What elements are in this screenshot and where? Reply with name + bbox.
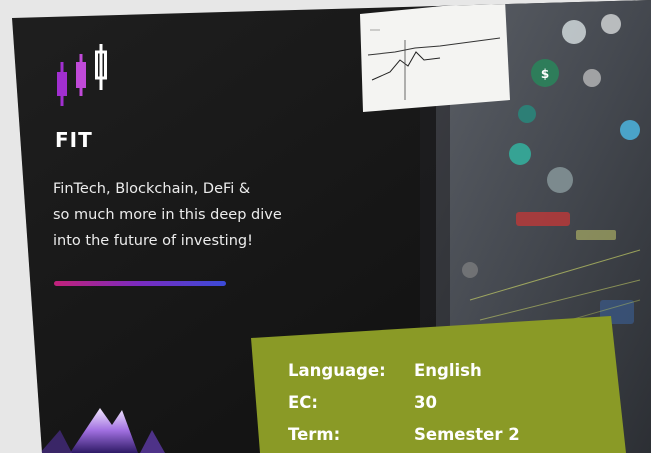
info-label: Language: [288, 360, 386, 380]
course-info-box: Language: English EC: 30 Term: Semester … [251, 316, 651, 453]
course-card-page: $ FIT FinTech, Blockchain, DeFi & so muc… [0, 0, 651, 453]
info-label: Term: [288, 424, 341, 444]
info-label: EC: [288, 392, 318, 412]
info-row-term: Term: Semester 2 [288, 418, 520, 450]
info-value: English [414, 360, 482, 380]
info-row-ec: EC: 30 [288, 386, 520, 418]
tagline-line-1: FinTech, Blockchain, DeFi & [53, 181, 251, 197]
info-value: Semester 2 [414, 424, 520, 444]
course-card: $ FIT FinTech, Blockchain, DeFi & so muc… [0, 0, 651, 453]
info-row-language: Language: English [288, 354, 520, 386]
accent-divider [54, 281, 226, 286]
svg-text:$: $ [541, 67, 549, 81]
tagline-line-2: so much more in this deep dive [53, 207, 282, 223]
paper-chart-image [360, 0, 510, 112]
info-value: 30 [414, 392, 437, 412]
brand-name: FIT [55, 128, 93, 152]
tagline-line-3: into the future of investing! [53, 233, 253, 249]
tagline: FinTech, Blockchain, DeFi & so much more… [53, 176, 363, 254]
course-info-list: Language: English EC: 30 Term: Semester … [288, 354, 520, 450]
